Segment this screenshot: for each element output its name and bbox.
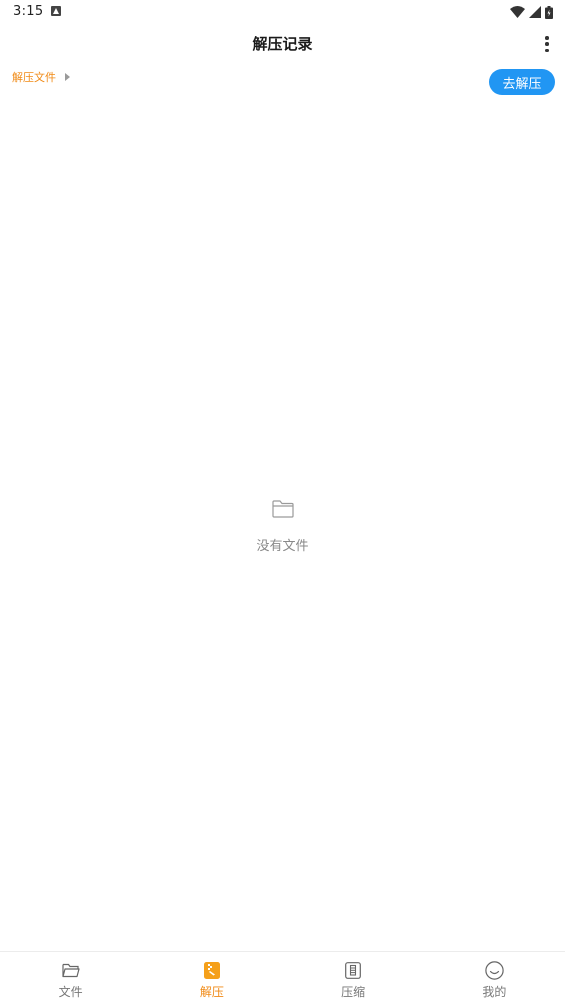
breadcrumb: 解压文件 bbox=[12, 69, 70, 85]
breadcrumb-item-extracted-files[interactable]: 解压文件 bbox=[12, 69, 56, 85]
nav-item-compress[interactable]: 压缩 bbox=[283, 952, 424, 1004]
battery-icon bbox=[545, 5, 553, 19]
empty-state: 没有文件 bbox=[0, 500, 565, 554]
nav-label: 压缩 bbox=[341, 985, 366, 999]
smiley-icon bbox=[484, 960, 504, 980]
nav-item-extract[interactable]: 解压 bbox=[141, 952, 282, 1004]
status-indicators bbox=[510, 4, 553, 20]
archive-icon bbox=[343, 960, 363, 980]
more-options-button[interactable] bbox=[543, 34, 551, 54]
nav-label: 我的 bbox=[482, 985, 507, 999]
notification-icon bbox=[51, 6, 61, 16]
chevron-right-icon bbox=[65, 73, 70, 81]
page-title: 解压记录 bbox=[252, 35, 313, 53]
nav-item-profile[interactable]: 我的 bbox=[424, 952, 565, 1004]
more-dot-icon bbox=[545, 48, 549, 52]
go-extract-button[interactable]: 去解压 bbox=[489, 69, 555, 95]
status-time: 3:15 bbox=[13, 4, 44, 19]
empty-folder-icon bbox=[271, 500, 294, 518]
app-bar: 解压记录 bbox=[0, 24, 565, 64]
extract-icon bbox=[202, 960, 222, 980]
more-dot-icon bbox=[545, 36, 549, 40]
nav-label: 文件 bbox=[58, 985, 83, 999]
bottom-nav: 文件 解压 压缩 我的 bbox=[0, 951, 565, 1004]
app-root: 3:15 解压记录 解压文件 去解压 没有文件 文件 解压 压缩 我的 bbox=[0, 0, 565, 1004]
wifi-icon bbox=[510, 6, 525, 18]
more-dot-icon bbox=[545, 42, 549, 46]
nav-label: 解压 bbox=[199, 985, 224, 999]
nav-item-files[interactable]: 文件 bbox=[0, 952, 141, 1004]
folder-open-icon bbox=[61, 960, 81, 980]
status-bar: 3:15 bbox=[0, 0, 565, 24]
signal-icon bbox=[529, 6, 541, 18]
empty-message: 没有文件 bbox=[256, 539, 309, 554]
